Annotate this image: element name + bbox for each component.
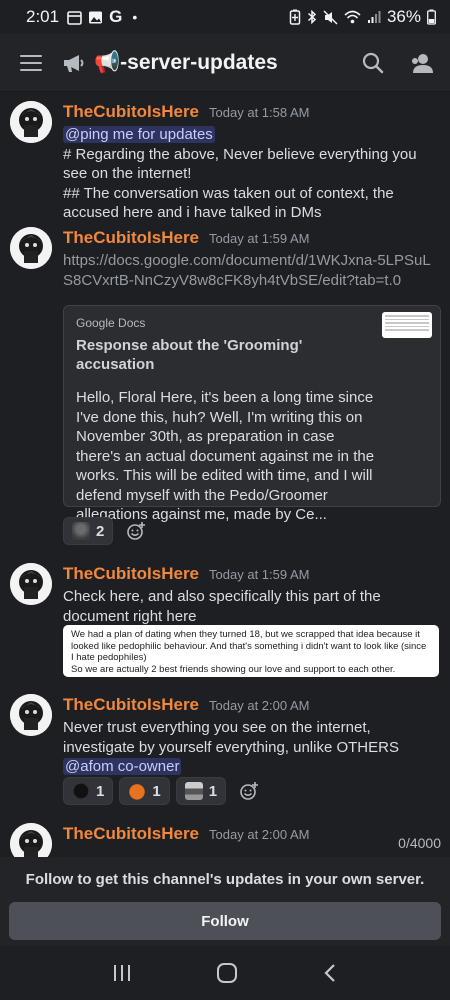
back-icon[interactable] [322, 963, 338, 983]
reaction-button[interactable]: 1 [175, 777, 227, 805]
avatar-emoji-icon [72, 522, 90, 540]
avatar[interactable] [10, 563, 52, 605]
channel-header: 📢-server-updates [0, 34, 450, 92]
message-content: Check here, and also specifically this p… [63, 588, 381, 625]
search-icon[interactable] [362, 52, 384, 74]
message-content: Never trust everything you see on the in… [63, 719, 399, 756]
mute-icon [323, 9, 338, 25]
battery-percent: 36% [386, 7, 421, 26]
follow-button[interactable]: Follow [9, 902, 441, 940]
message-list[interactable]: TheCubitoIsHere Today at 1:58 AM @ping m… [0, 92, 450, 857]
channel-title[interactable]: 📢-server-updates [94, 51, 278, 75]
announcement-channel-icon [64, 54, 84, 72]
add-reaction-icon[interactable] [123, 518, 149, 544]
attachment-image-text: We had a plan of dating when they turned… [71, 629, 427, 675]
avatar[interactable] [10, 823, 52, 857]
reaction-count: 1 [208, 782, 218, 800]
avatar[interactable] [10, 227, 52, 269]
avatar[interactable] [10, 101, 52, 143]
reaction-count: 1 [152, 782, 161, 800]
reaction-count: 2 [96, 522, 105, 540]
picture-emoji-icon [184, 782, 203, 800]
avatar[interactable] [10, 694, 52, 736]
notification-dot: • [132, 9, 138, 25]
attachment-image[interactable]: We had a plan of dating when they turned… [63, 625, 439, 677]
message-timestamp: Today at 2:00 AM [209, 827, 310, 842]
reaction-button[interactable]: 1 [119, 777, 170, 805]
reaction-button[interactable]: 2 [63, 517, 114, 545]
status-bar: 2:01 G • 36% [0, 0, 450, 34]
embed-title[interactable]: Response about the 'Grooming' accusation [76, 336, 366, 374]
battery-icon [427, 9, 436, 25]
members-icon[interactable] [410, 52, 434, 74]
link-embed[interactable]: Google Docs Response about the 'Grooming… [63, 305, 441, 523]
signal-icon [367, 11, 381, 23]
character-counter: 0/4000 [398, 835, 441, 851]
message-timestamp: Today at 1:59 AM [209, 231, 310, 246]
system-nav-bar [0, 946, 450, 1000]
dark-blob-emoji-icon [72, 782, 90, 800]
user-mention[interactable]: @afom co-owner [63, 758, 182, 775]
message-author[interactable]: TheCubitoIsHere [63, 228, 199, 248]
reaction-count: 1 [96, 782, 105, 800]
gallery-icon [89, 11, 103, 23]
message-timestamp: Today at 1:58 AM [209, 105, 310, 120]
message-timestamp: Today at 2:00 AM [209, 698, 310, 713]
follow-panel: Follow to get this channel's updates in … [0, 857, 450, 946]
clock: 2:01 [26, 7, 60, 26]
role-mention[interactable]: @ping me for updates [63, 126, 215, 143]
google-notification-icon: G [109, 7, 123, 26]
embed-description: Hello, Floral Here, it's been a long tim… [76, 389, 375, 523]
message-link[interactable]: https://docs.google.com/document/d/1WKJx… [63, 251, 435, 290]
calendar-icon [67, 10, 82, 25]
embed-thumbnail[interactable] [382, 312, 432, 338]
message-author[interactable]: TheCubitoIsHere [63, 695, 199, 715]
bluetooth-icon [307, 9, 317, 25]
message-author[interactable]: TheCubitoIsHere [63, 564, 199, 584]
pumpkin-emoji-icon [128, 782, 147, 800]
message-timestamp: Today at 1:59 AM [209, 567, 310, 582]
message-content: # Regarding the above, Never believe eve… [63, 145, 417, 222]
follow-prompt: Follow to get this channel's updates in … [25, 871, 425, 888]
recent-apps-icon[interactable] [112, 963, 132, 983]
embed-provider[interactable]: Google Docs [76, 316, 428, 330]
home-icon[interactable] [216, 962, 238, 984]
wifi-icon [344, 10, 361, 24]
message-author[interactable]: TheCubitoIsHere [63, 102, 199, 122]
reaction-button[interactable]: 1 [63, 777, 114, 805]
battery-saver-icon [289, 9, 301, 25]
hamburger-menu-icon[interactable] [20, 54, 42, 71]
add-reaction-icon[interactable] [236, 778, 262, 804]
message-author[interactable]: TheCubitoIsHere [63, 824, 199, 844]
